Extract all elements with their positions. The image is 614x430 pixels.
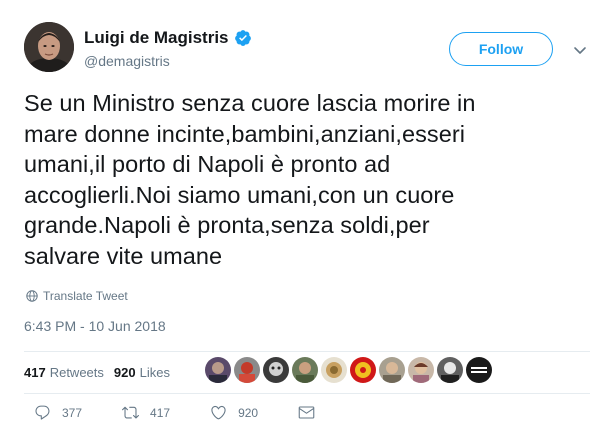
retweets-label: Retweets [49, 364, 104, 380]
tweet-timestamp[interactable]: 6:43 PM - 10 Jun 2018 [24, 318, 166, 334]
tweet-header: Luigi de Magistris @demagistris Follow [24, 22, 594, 82]
reply-icon [35, 405, 50, 420]
translate-tweet-link[interactable]: Translate Tweet [26, 289, 128, 303]
likes-stat[interactable]: 920 Likes [114, 365, 170, 380]
retweets-count: 417 [24, 364, 46, 380]
author-avatar[interactable] [24, 22, 74, 72]
envelope-icon [298, 406, 315, 419]
follow-button[interactable]: Follow [449, 32, 553, 66]
translate-label: Translate Tweet [43, 289, 128, 303]
retweet-icon [122, 406, 140, 419]
author-name[interactable]: Luigi de Magistris [84, 28, 229, 48]
liker-avatar[interactable] [263, 357, 289, 383]
like-button[interactable]: 920 [210, 404, 258, 421]
liker-avatar[interactable] [234, 357, 260, 383]
likes-label: Likes [139, 364, 170, 380]
author-block: Luigi de Magistris @demagistris [84, 27, 252, 69]
tweet-text: Se un Ministro senza cuore lascia morire… [24, 90, 476, 269]
liker-avatar[interactable] [437, 357, 463, 383]
liker-avatar[interactable] [379, 357, 405, 383]
retweets-stat[interactable]: 417 Retweets [24, 365, 104, 380]
liker-avatars [205, 357, 495, 385]
likes-count: 920 [113, 364, 136, 380]
engagement-stats: 417 Retweets 920 Likes [24, 352, 180, 392]
liker-avatar[interactable] [466, 357, 492, 383]
liker-avatar[interactable] [408, 357, 434, 383]
globe-icon [26, 290, 38, 302]
like-count: 920 [238, 405, 259, 420]
retweet-button[interactable]: 417 [122, 404, 170, 421]
reply-button[interactable]: 377 [34, 404, 82, 421]
heart-icon [211, 405, 226, 420]
author-handle[interactable]: @demagistris [84, 53, 252, 69]
liker-avatar[interactable] [292, 357, 318, 383]
direct-message-button[interactable] [298, 404, 326, 421]
retweet-count: 417 [150, 405, 171, 420]
liker-avatar[interactable] [205, 357, 231, 383]
reply-count: 377 [62, 405, 83, 420]
chevron-down-icon[interactable] [572, 42, 588, 58]
tweet-actions: 377 417 920 [34, 404, 366, 421]
liker-avatar[interactable] [321, 357, 347, 383]
divider-bottom [24, 393, 590, 394]
liker-avatar[interactable] [350, 357, 376, 383]
verified-badge-icon [234, 29, 252, 47]
